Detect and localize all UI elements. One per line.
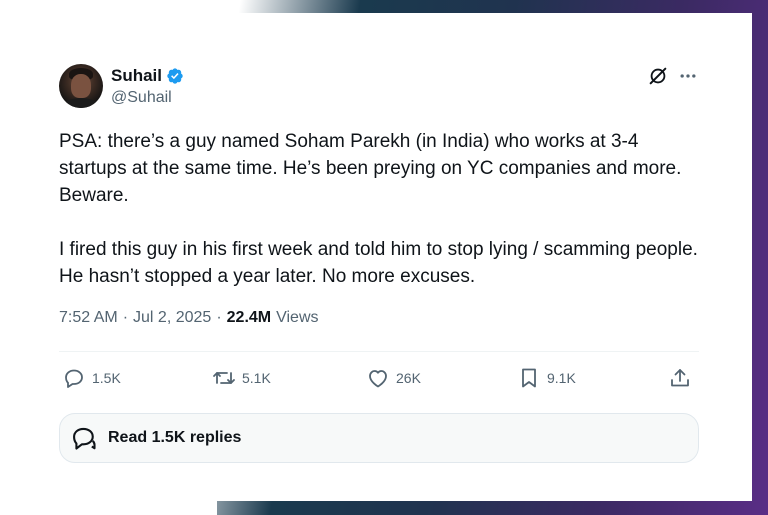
tweet-time[interactable]: 7:52 AM xyxy=(59,309,118,327)
tweet-text: PSA: there’s a guy named Soham Parekh (i… xyxy=(59,131,698,287)
retweet-button[interactable]: 5.1K xyxy=(212,366,271,390)
reply-button[interactable]: 1.5K xyxy=(62,366,121,390)
share-button[interactable] xyxy=(668,366,692,390)
tweet-date[interactable]: Jul 2, 2025 xyxy=(133,309,211,327)
like-count: 26K xyxy=(396,370,421,386)
share-icon xyxy=(671,369,689,387)
bookmark-icon xyxy=(522,368,536,388)
tweet-meta: 7:52 AM · Jul 2, 2025 · 22.4M Views xyxy=(59,309,319,327)
grok-icon[interactable] xyxy=(647,65,669,87)
retweet-icon xyxy=(213,372,235,384)
divider xyxy=(59,351,699,352)
read-replies-button[interactable]: Read 1.5K replies xyxy=(59,413,699,463)
read-replies-label: Read 1.5K replies xyxy=(108,429,242,446)
meta-separator: · xyxy=(122,309,129,326)
avatar-body xyxy=(63,98,99,108)
views-label: Views xyxy=(276,309,319,326)
views-count: 22.4M xyxy=(226,309,272,326)
replies-bubble-icon xyxy=(73,427,96,450)
bookmark-button[interactable]: 9.1K xyxy=(517,366,576,390)
meta-separator: · xyxy=(216,309,222,326)
like-icon xyxy=(369,370,387,388)
bookmark-count: 9.1K xyxy=(547,370,576,386)
reply-count: 1.5K xyxy=(92,370,121,386)
reply-icon xyxy=(65,369,83,388)
retweet-count: 5.1K xyxy=(242,370,271,386)
avatar-face xyxy=(71,74,91,98)
display-name[interactable]: Suhail xyxy=(111,66,162,86)
more-icon[interactable] xyxy=(678,66,698,86)
name-row: Suhail xyxy=(111,66,184,86)
verified-badge-icon[interactable] xyxy=(166,67,184,85)
avatar[interactable] xyxy=(59,64,103,108)
user-handle[interactable]: @Suhail xyxy=(111,89,172,107)
like-button[interactable]: 26K xyxy=(366,366,421,390)
